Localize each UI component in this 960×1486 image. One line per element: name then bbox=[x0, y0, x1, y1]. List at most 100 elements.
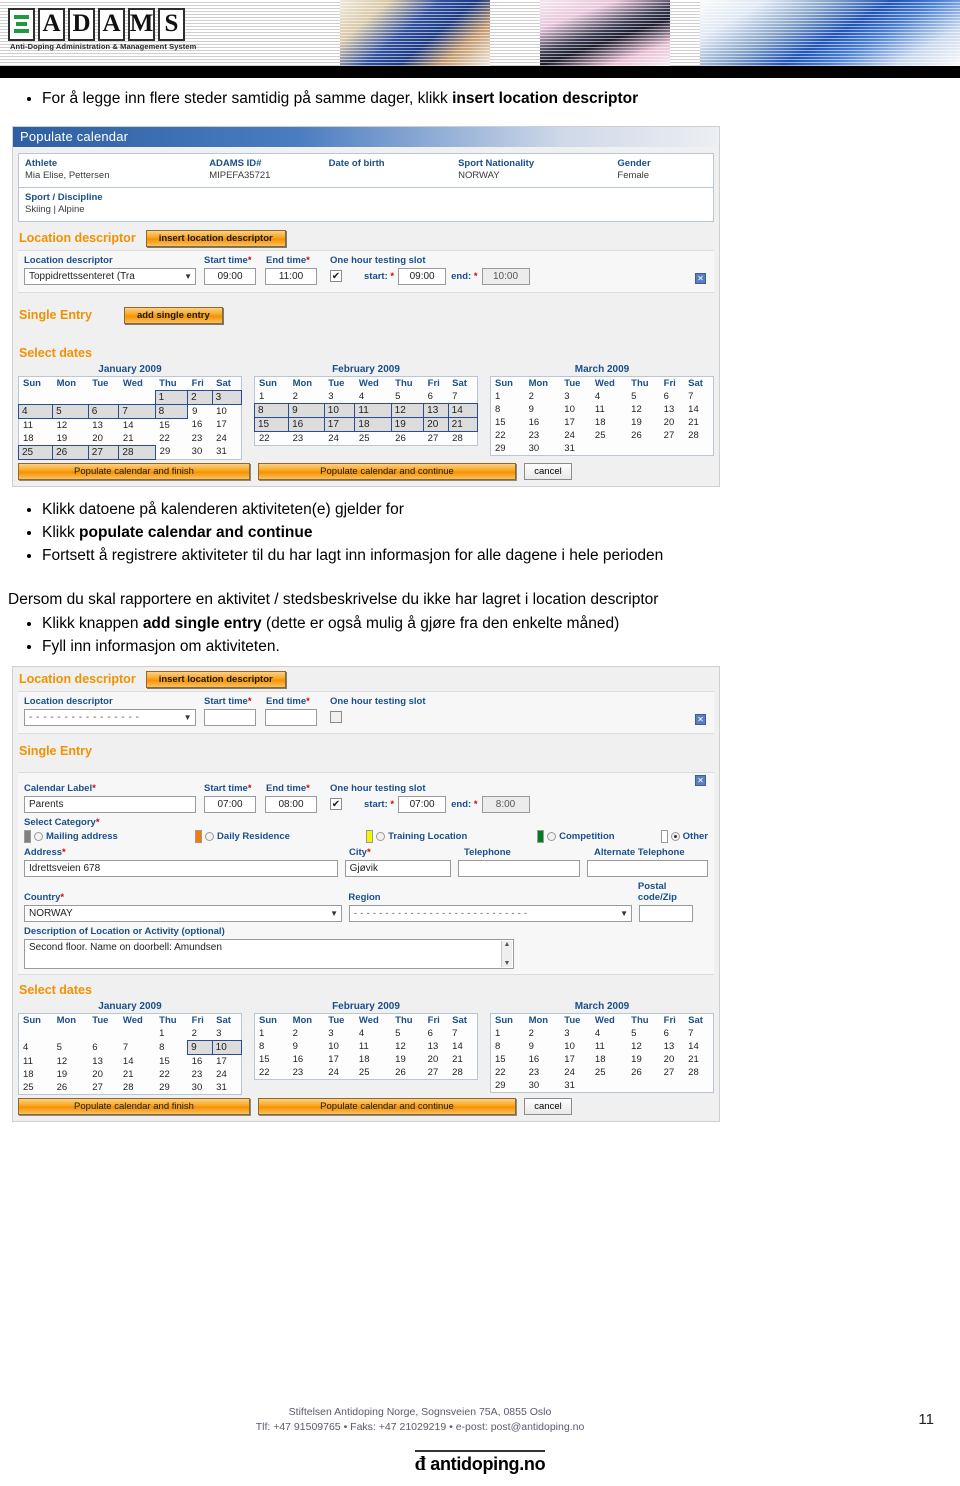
calendar-day-cell[interactable]: 24 bbox=[324, 1066, 355, 1080]
calendar-day-cell[interactable]: 31 bbox=[560, 442, 591, 456]
calendar-day-cell[interactable]: 7 bbox=[684, 1027, 713, 1040]
calendar-day-cell[interactable]: 20 bbox=[424, 1053, 448, 1066]
calendar-day-cell[interactable]: 21 bbox=[119, 1068, 155, 1081]
calendar-day-cell[interactable]: 17 bbox=[560, 416, 591, 429]
calendar-day-cell[interactable]: 18 bbox=[591, 1053, 627, 1066]
calendar-day-cell[interactable]: 25 bbox=[591, 429, 627, 442]
calendar-day-cell[interactable]: 23 bbox=[289, 431, 325, 445]
calendar-day-cell[interactable]: 12 bbox=[390, 402, 425, 418]
calendar-day-cell[interactable]: 12 bbox=[53, 418, 89, 432]
calendar-day-cell[interactable]: 9 bbox=[525, 1040, 561, 1053]
calendar-day-cell[interactable]: 27 bbox=[660, 429, 684, 442]
cancel-button[interactable]: cancel bbox=[524, 462, 572, 480]
calendar-day-cell[interactable]: 11 bbox=[354, 402, 392, 418]
calendar-day-cell[interactable]: 5 bbox=[627, 390, 660, 403]
calendar-day-cell[interactable]: 17 bbox=[212, 418, 241, 432]
calendar-day-cell[interactable]: 26 bbox=[52, 444, 89, 460]
start-time-input-2[interactable] bbox=[204, 708, 256, 726]
calendar-day-cell[interactable]: 27 bbox=[424, 1066, 448, 1080]
calendar-day-cell[interactable]: 19 bbox=[627, 1053, 660, 1066]
calendar-day-cell[interactable]: 7 bbox=[448, 1027, 477, 1040]
region-select[interactable]: - - - - - - - - - - - - - - - - - - - - … bbox=[349, 904, 632, 922]
calendar-day-cell[interactable]: 16 bbox=[525, 1053, 561, 1066]
calendar-day-cell[interactable]: 1 bbox=[255, 390, 289, 404]
calendar-day-cell[interactable]: 15 bbox=[155, 418, 188, 432]
calendar-day-cell[interactable]: 25 bbox=[19, 1081, 53, 1095]
calendar-day-cell[interactable]: 14 bbox=[684, 403, 713, 416]
calendar-day-cell[interactable]: 2 bbox=[525, 390, 561, 403]
entry-end-time-input[interactable]: 08:00 bbox=[265, 795, 317, 813]
calendar-day-cell[interactable]: 16 bbox=[188, 418, 212, 432]
calendar-day-cell[interactable]: 15 bbox=[255, 1053, 289, 1066]
populate-calendar-and-continue-button[interactable]: Populate calendar and continue bbox=[258, 462, 516, 480]
one-hour-slot-checkbox[interactable]: ✔ bbox=[330, 270, 342, 282]
calendar-day-cell[interactable]: 15 bbox=[491, 416, 525, 429]
calendar-day-cell[interactable]: 31 bbox=[212, 1081, 241, 1095]
cancel-button-2[interactable]: cancel bbox=[524, 1097, 572, 1115]
calendar-day-cell[interactable]: 28 bbox=[448, 1066, 477, 1080]
calendar-day-cell[interactable]: 11 bbox=[355, 1040, 391, 1053]
calendar-day-cell[interactable]: 21 bbox=[684, 416, 713, 429]
calendar-day-cell[interactable]: 31 bbox=[212, 445, 241, 459]
textarea-scrollbar[interactable]: ▲ ▼ bbox=[501, 940, 512, 967]
calendar-day-cell[interactable]: 29 bbox=[155, 445, 188, 459]
calendar-day-cell[interactable]: 17 bbox=[324, 1053, 355, 1066]
calendar-day-cell[interactable]: 4 bbox=[591, 390, 627, 403]
calendar-day-cell[interactable]: 2 bbox=[187, 389, 213, 405]
calendar-day-cell[interactable]: 8 bbox=[491, 403, 525, 416]
calendar-day-cell[interactable]: 1 bbox=[255, 1027, 289, 1040]
calendar-day-cell[interactable]: 10 bbox=[211, 1039, 243, 1055]
calendar-day-cell[interactable]: 8 bbox=[255, 1040, 289, 1053]
populate-calendar-and-finish-button-2[interactable]: Populate calendar and finish bbox=[18, 1097, 250, 1115]
category-option-other[interactable]: Other bbox=[660, 829, 708, 843]
calendar-day-cell[interactable]: 15 bbox=[155, 1054, 188, 1068]
calendar-day-cell[interactable]: 16 bbox=[289, 1053, 325, 1066]
calendar-day-cell[interactable]: 9 bbox=[187, 1039, 213, 1055]
calendar-day-cell[interactable]: 18 bbox=[19, 432, 53, 446]
calendar-day-cell[interactable]: 30 bbox=[188, 445, 212, 459]
calendar-day-cell[interactable]: 26 bbox=[627, 1066, 660, 1079]
calendar-day-cell[interactable]: 18 bbox=[591, 416, 627, 429]
calendar-day-cell[interactable]: 23 bbox=[188, 432, 212, 446]
calendar-day-cell[interactable]: 22 bbox=[491, 429, 525, 442]
calendar-day-cell[interactable]: 13 bbox=[88, 1054, 119, 1068]
alt-telephone-input[interactable] bbox=[586, 859, 708, 877]
calendar-day-cell[interactable]: 11 bbox=[591, 403, 627, 416]
end-time-input-2[interactable] bbox=[265, 708, 317, 726]
slot-start-input[interactable]: 09:00 bbox=[398, 267, 447, 285]
calendar-day-cell[interactable]: 11 bbox=[19, 418, 53, 432]
category-option-training-location[interactable]: Training Location bbox=[366, 829, 537, 843]
calendar-day-cell[interactable]: 12 bbox=[627, 1040, 660, 1053]
calendar-day-cell[interactable]: 2 bbox=[289, 1027, 325, 1040]
remove-row-icon[interactable]: ✕ bbox=[695, 272, 706, 284]
category-radio[interactable] bbox=[205, 831, 215, 841]
description-textarea[interactable]: Second floor. Name on doorbell: Amundsen… bbox=[24, 938, 514, 969]
category-option-daily-residence[interactable]: Daily Residence bbox=[195, 829, 366, 843]
calendar-day-cell[interactable]: 2 bbox=[188, 1027, 212, 1041]
calendar-day-cell[interactable]: 25 bbox=[355, 1066, 391, 1080]
populate-calendar-and-finish-button[interactable]: Populate calendar and finish bbox=[18, 462, 250, 480]
calendar-day-cell[interactable]: 31 bbox=[560, 1079, 591, 1093]
calendar-day-cell[interactable]: 5 bbox=[627, 1027, 660, 1040]
city-input[interactable]: Gjøvik bbox=[344, 859, 452, 877]
calendar-day-cell[interactable]: 29 bbox=[491, 1079, 525, 1093]
calendar-day-cell[interactable]: 7 bbox=[119, 1040, 155, 1054]
calendar-day-cell[interactable]: 24 bbox=[212, 1068, 241, 1081]
calendar-day-cell[interactable]: 18 bbox=[354, 416, 392, 432]
calendar-day-cell[interactable]: 18 bbox=[19, 1068, 53, 1081]
calendar-day-cell[interactable]: 13 bbox=[424, 1040, 448, 1053]
calendar-day-cell[interactable]: 26 bbox=[53, 1081, 89, 1095]
calendar-day-cell[interactable]: 28 bbox=[119, 1081, 155, 1095]
calendar-day-cell[interactable]: 22 bbox=[491, 1066, 525, 1079]
calendar-day-cell[interactable]: 7 bbox=[118, 403, 156, 419]
calendar-day-cell[interactable]: 8 bbox=[491, 1040, 525, 1053]
calendar-day-cell[interactable]: 2 bbox=[525, 1027, 561, 1040]
calendar-day-cell[interactable]: 23 bbox=[188, 1068, 212, 1081]
entry-start-time-input[interactable]: 07:00 bbox=[204, 795, 256, 813]
calendar-day-cell[interactable]: 1 bbox=[155, 1027, 188, 1041]
calendar-day-cell[interactable]: 19 bbox=[53, 1068, 89, 1081]
calendar-day-cell[interactable]: 14 bbox=[448, 1040, 477, 1053]
insert-location-descriptor-button[interactable]: insert location descriptor bbox=[145, 229, 286, 247]
calendar-day-cell[interactable]: 30 bbox=[188, 1081, 212, 1095]
calendar-day-cell[interactable]: 20 bbox=[660, 1053, 684, 1066]
